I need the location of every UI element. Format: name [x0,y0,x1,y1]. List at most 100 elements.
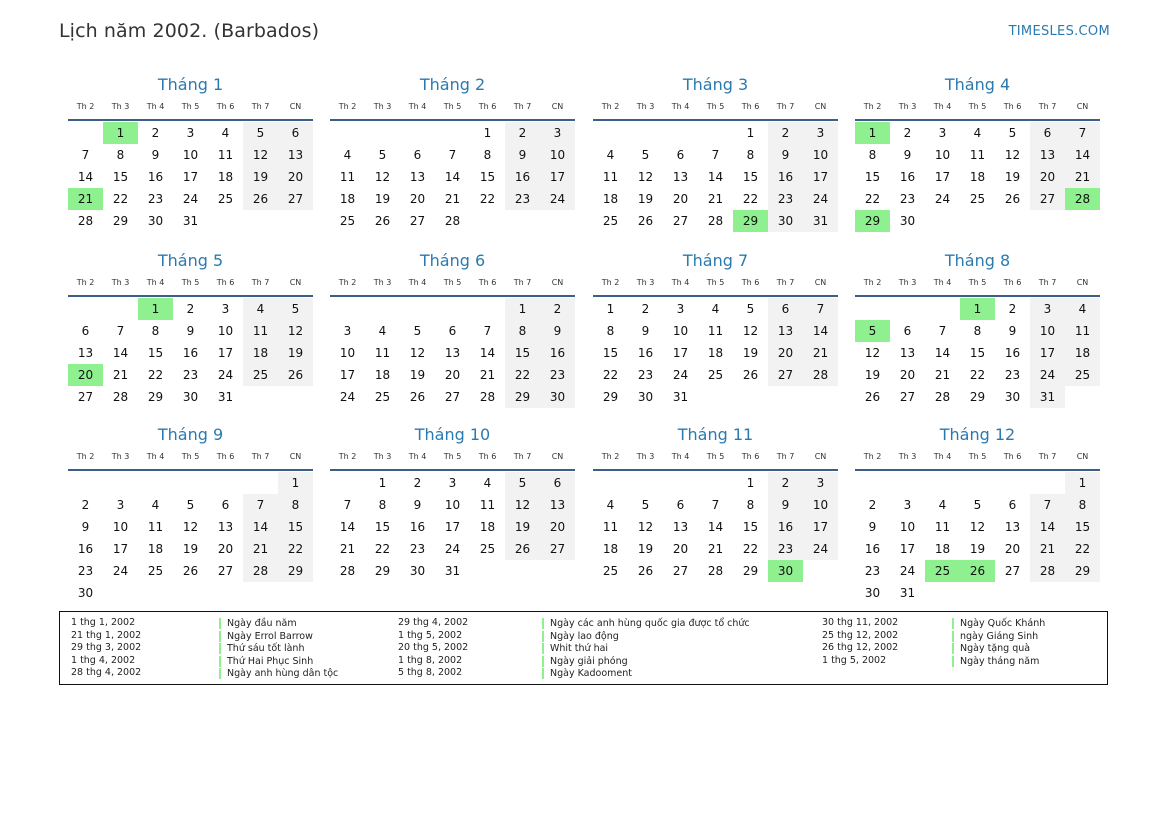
day-cell: 12 [278,320,313,342]
day-cell: 23 [77,564,94,578]
weekday-label: Th 7 [251,452,270,461]
day-cell: 3 [343,324,352,338]
day-cell: 5 [973,498,982,512]
day-cell: 28 [444,214,461,228]
day-cell: 31 [182,214,199,228]
day-cell: 4 [973,126,982,140]
day-cell: 30 [768,210,803,232]
day-cell: 29 [112,214,129,228]
day-cell: 21 [243,538,278,560]
day-cell: 5 [746,302,755,316]
weekday-label: Th 2 [338,452,357,461]
day-cell: 21 [1030,538,1065,560]
day-grid: 1 2 3 4 5 6 7 8 9 10 11 12 13 14 15 16 17 18 19 20 21 22 23 24 2… [855,298,1100,408]
day-cell: 18 [339,192,356,206]
day-cell: 2 [186,302,195,316]
day-cell: 6 [278,122,313,144]
day-cell: 9 [1008,324,1017,338]
weekday-header: Th 2 Th 3 Th 4 Th 5 Th 6 Th 7 CN [855,275,1100,297]
weekday-label: Th 5 [181,452,200,461]
day-cell: 2 [903,126,912,140]
day-cell: 4 [378,324,387,338]
weekday-label: Th 3 [636,102,655,111]
legend-row: 21 thg 1, 2002 Ngày Errol Barrow [71,630,313,643]
day-cell: 27 [768,364,803,386]
day-cell: 20 [768,342,803,364]
day-cell: 13 [768,320,803,342]
day-cell: 1 [505,298,540,320]
site-link[interactable]: TIMESLES.COM [1009,24,1110,39]
day-cell: 16 [409,520,426,534]
day-cell: 7 [343,498,352,512]
weekday-label: Th 7 [1038,452,1057,461]
day-cell: 31 [1030,386,1065,408]
day-cell: 22 [602,368,619,382]
month-title: Tháng 4 [944,75,1011,94]
day-cell: 25 [969,192,986,206]
empty-cell [400,298,435,320]
weekday-label: Th 7 [513,452,532,461]
day-cell: 3 [803,122,838,144]
weekday-header: Th 2 Th 3 Th 4 Th 5 Th 6 Th 7 CN [68,275,313,297]
day-grid: 1 2 3 4 5 6 7 8 9 10 11 12 13 14 15 16 17 18 19 20 21 22 23 24 2… [330,298,575,408]
day-cell: 16 [768,516,803,538]
weekday-label: Th 3 [373,452,392,461]
day-cell: 17 [112,542,129,556]
legend-date: 20 thg 5, 2002 [398,642,469,653]
weekday-label: Th 4 [146,452,165,461]
day-cell: 17 [672,346,689,360]
weekday-label: Th 5 [706,278,725,287]
holiday-day-cell: 1 [138,298,173,320]
empty-cell [855,472,890,494]
day-cell: 25 [339,214,356,228]
day-cell: 15 [969,346,986,360]
legend-holiday-name: Ngày lao động [542,630,619,642]
day-cell: 28 [707,214,724,228]
day-cell: 28 [803,364,838,386]
day-cell: 8 [973,324,982,338]
day-cell: 8 [505,320,540,342]
day-cell: 24 [217,368,234,382]
day-cell: 29 [1065,560,1100,582]
weekday-header: Th 2 Th 3 Th 4 Th 5 Th 6 Th 7 CN [593,449,838,471]
day-cell: 31 [899,586,916,600]
holiday-day-cell: 29 [855,210,890,232]
weekday-label: Th 4 [408,452,427,461]
day-cell: 8 [151,324,160,338]
day-cell: 22 [147,368,164,382]
day-cell: 14 [803,320,838,342]
day-cell: 28 [934,390,951,404]
day-cell: 22 [374,542,391,556]
legend-row: 5 thg 8, 2002 Ngày Kadooment [398,667,632,680]
weekday-label: Th 2 [338,278,357,287]
day-cell: 11 [602,520,619,534]
month-9: Tháng 9 Th 2 Th 3 Th 4 Th 5 Th 6 Th 7 CN 1 2 3 4 5 6 7… [68,423,313,604]
day-cell: 12 [637,170,654,184]
day-cell: 4 [151,498,160,512]
day-cell: 17 [803,166,838,188]
day-cell: 26 [637,214,654,228]
day-cell: 7 [448,148,457,162]
day-cell: 11 [934,520,951,534]
legend-column: 30 thg 11, 2002 Ngày Quốc Khánh 25 thg 12,… [822,617,1045,667]
day-cell: 4 [221,126,230,140]
weekday-label: CN [814,452,827,461]
month-8: Tháng 8 Th 2 Th 3 Th 4 Th 5 Th 6 Th 7 CN 1 2 3 4 5 6 7… [855,249,1100,408]
day-cell: 13 [409,170,426,184]
holiday-legend: 1 thg 1, 2002 Ngày đầu năm 21 thg 1, 2002 N… [59,611,1108,685]
day-cell: 4 [606,498,615,512]
day-cell: 22 [969,368,986,382]
day-cell: 25 [707,368,724,382]
day-cell: 3 [116,498,125,512]
day-cell: 31 [672,390,689,404]
legend-row: 29 thg 3, 2002 Thứ sáu tốt lành [71,642,304,655]
weekday-label: CN [1076,452,1089,461]
weekday-header: Th 2 Th 3 Th 4 Th 5 Th 6 Th 7 CN [68,449,313,471]
day-cell: 3 [676,302,685,316]
day-cell: 27 [77,390,94,404]
day-cell: 7 [116,324,125,338]
day-cell: 28 [112,390,129,404]
holiday-day-cell: 30 [768,560,803,582]
day-cell: 26 [374,214,391,228]
day-cell: 27 [540,538,575,560]
